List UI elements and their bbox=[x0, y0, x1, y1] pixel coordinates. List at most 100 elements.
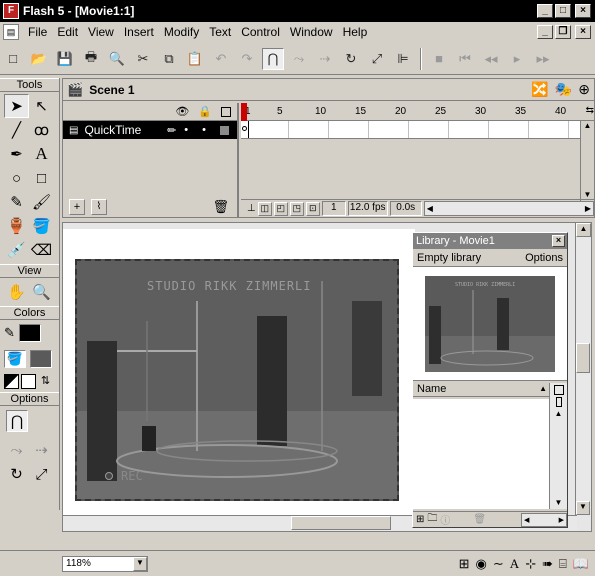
pen-tool-icon[interactable]: ✒ bbox=[4, 142, 29, 166]
character-panel-icon[interactable]: A bbox=[510, 556, 519, 572]
dropper-tool-icon[interactable]: 💉 bbox=[4, 238, 29, 262]
open-icon[interactable]: 📂 bbox=[28, 48, 50, 70]
ink-bottle-tool-icon[interactable]: 🏺 bbox=[4, 214, 29, 238]
center-frame-icon[interactable]: ⊥ bbox=[247, 203, 256, 214]
fill-color-icon[interactable]: 🪣 bbox=[4, 350, 26, 368]
layer-row[interactable]: ▤ QuickTime ✏ • • bbox=[63, 121, 237, 139]
movie-explorer-icon[interactable]: ⌸ bbox=[559, 556, 567, 572]
line-tool-icon[interactable]: ╱ bbox=[4, 118, 29, 142]
menu-insert[interactable]: Insert bbox=[119, 25, 159, 39]
frame-rate[interactable]: 12.0 fps bbox=[347, 201, 388, 216]
library-scroll-up[interactable]: ▲ bbox=[550, 409, 567, 418]
show-hide-icon[interactable]: 👁 bbox=[175, 105, 189, 118]
brush-tool-icon[interactable]: 🖌 bbox=[29, 190, 54, 214]
redo-icon[interactable]: ↷ bbox=[236, 48, 258, 70]
close-button[interactable]: × bbox=[575, 4, 591, 18]
fill-color-swatch[interactable] bbox=[30, 350, 52, 368]
sort-arrow-icon[interactable]: ▲ bbox=[539, 384, 547, 393]
menu-modify[interactable]: Modify bbox=[159, 25, 204, 39]
quicktime-video[interactable]: STUDIO RIKK ZIMMERLI REC bbox=[75, 259, 399, 501]
vscroll-thumb[interactable] bbox=[576, 343, 590, 373]
menu-text[interactable]: Text bbox=[204, 25, 236, 39]
playhead[interactable] bbox=[241, 103, 247, 121]
hand-tool-icon[interactable]: ✋ bbox=[4, 280, 29, 304]
edit-multiple-icon[interactable]: ◳ bbox=[289, 201, 304, 216]
no-color-icon[interactable] bbox=[21, 374, 36, 389]
layer-lock-dot[interactable]: • bbox=[202, 124, 206, 136]
zoom-dropdown-icon[interactable]: ▼ bbox=[133, 556, 147, 571]
layer-visible-dot[interactable]: • bbox=[184, 124, 188, 136]
layer-name[interactable]: QuickTime bbox=[84, 123, 141, 137]
step-forward-icon[interactable]: ▸▸ bbox=[532, 48, 554, 70]
rotate-option-icon[interactable]: ↻ bbox=[4, 462, 29, 486]
print-preview-icon[interactable]: 🔍 bbox=[106, 48, 128, 70]
rectangle-tool-icon[interactable]: □ bbox=[29, 166, 54, 190]
stop-icon[interactable]: ■ bbox=[428, 48, 450, 70]
library-hscroll[interactable]: ◀ ▶ bbox=[521, 512, 567, 527]
library-delete-icon[interactable]: 🗑 bbox=[473, 514, 486, 525]
onion-outline-icon[interactable]: ◰ bbox=[273, 201, 288, 216]
menu-file[interactable]: File bbox=[23, 25, 52, 39]
menu-edit[interactable]: Edit bbox=[52, 25, 83, 39]
doc-minimize-button[interactable]: _ bbox=[537, 25, 553, 39]
edit-symbols-icon[interactable]: 🎭 bbox=[555, 81, 572, 98]
snap-magnet-icon[interactable]: ⋂ bbox=[262, 47, 284, 70]
subselect-tool-icon[interactable]: ↖ bbox=[29, 94, 54, 118]
print-icon[interactable]: 🖶 bbox=[80, 48, 102, 70]
paste-icon[interactable]: 📋 bbox=[184, 48, 206, 70]
scroll-up-arrow[interactable]: ▲ bbox=[576, 223, 591, 237]
zoom-control-icon[interactable]: ⊕ bbox=[578, 81, 590, 98]
delete-layer-icon[interactable]: 🗑 bbox=[212, 199, 229, 215]
scale-option-icon[interactable]: ⤢ bbox=[29, 462, 54, 486]
zoom-tool-icon[interactable]: 🔍 bbox=[29, 280, 54, 304]
flash-app-icon[interactable]: F bbox=[3, 3, 19, 19]
menu-control[interactable]: Control bbox=[236, 25, 285, 39]
paint-bucket-tool-icon[interactable]: 🪣 bbox=[29, 214, 54, 238]
stroke-color-swatch[interactable] bbox=[18, 324, 41, 342]
new-folder-icon[interactable]: 🗀 bbox=[427, 511, 437, 528]
wide-view-icon[interactable] bbox=[553, 385, 564, 395]
document-icon[interactable]: ▤ bbox=[3, 24, 19, 40]
library-name-column[interactable]: Name bbox=[417, 383, 446, 395]
library-list[interactable] bbox=[413, 399, 549, 509]
text-tool-icon[interactable]: A bbox=[29, 142, 54, 166]
maximize-button[interactable]: □ bbox=[555, 4, 571, 18]
align-icon[interactable]: ⊫ bbox=[392, 48, 414, 70]
lock-icon[interactable]: 🔒 bbox=[198, 105, 212, 118]
zoom-select[interactable]: 118% ▼ bbox=[62, 555, 148, 572]
swap-colors-icon[interactable]: ⇅ bbox=[38, 374, 53, 389]
snap-option-icon[interactable]: ⋂ bbox=[6, 410, 28, 432]
info-panel-icon[interactable]: ⊞ bbox=[459, 556, 470, 572]
lasso-tool-icon[interactable]: ꝏ bbox=[29, 118, 54, 142]
modify-markers-icon[interactable]: ⊡ bbox=[305, 201, 320, 216]
cut-icon[interactable]: ✂ bbox=[132, 48, 154, 70]
menu-window[interactable]: Window bbox=[285, 25, 338, 39]
doc-close-button[interactable]: × bbox=[575, 25, 591, 39]
outline-icon[interactable] bbox=[221, 106, 231, 117]
timeline-hscroll[interactable]: ◀ ▶ bbox=[423, 201, 594, 216]
straighten-option-icon[interactable]: ⇢ bbox=[29, 438, 54, 462]
keyframe[interactable] bbox=[241, 121, 249, 138]
eraser-tool-icon[interactable]: ⌫ bbox=[29, 238, 54, 262]
minimize-button[interactable]: _ bbox=[537, 4, 553, 18]
rotate-icon[interactable]: ↻ bbox=[340, 48, 362, 70]
save-icon[interactable]: 💾 bbox=[54, 48, 76, 70]
play-icon[interactable]: ▸ bbox=[506, 48, 528, 70]
scale-icon[interactable]: ⤢ bbox=[366, 48, 388, 70]
onion-skin-icon[interactable]: ◫ bbox=[257, 201, 272, 216]
library-vscroll[interactable]: ▲ ▼ bbox=[549, 383, 567, 509]
library-panel-icon[interactable]: 📖 bbox=[573, 556, 589, 572]
rewind-icon[interactable]: ⏮ bbox=[454, 48, 476, 70]
insert-layer-icon[interactable]: + bbox=[69, 199, 85, 215]
straighten-icon[interactable]: ⇢ bbox=[314, 48, 336, 70]
add-guide-layer-icon[interactable]: ⌇ bbox=[91, 199, 107, 215]
actions-panel-icon[interactable]: ➠ bbox=[542, 556, 553, 572]
library-close-button[interactable]: × bbox=[552, 235, 565, 247]
doc-restore-button[interactable]: ❐ bbox=[555, 25, 571, 39]
default-colors-icon[interactable] bbox=[4, 374, 19, 389]
scroll-down-arrow[interactable]: ▼ bbox=[576, 501, 590, 515]
library-scroll-down[interactable]: ▼ bbox=[550, 498, 567, 507]
library-title-bar[interactable]: Library - Movie1 × bbox=[413, 233, 567, 249]
stage-vscroll[interactable]: ▲ ▼ bbox=[575, 223, 591, 515]
arrow-tool-icon[interactable]: ➤ bbox=[4, 94, 29, 118]
